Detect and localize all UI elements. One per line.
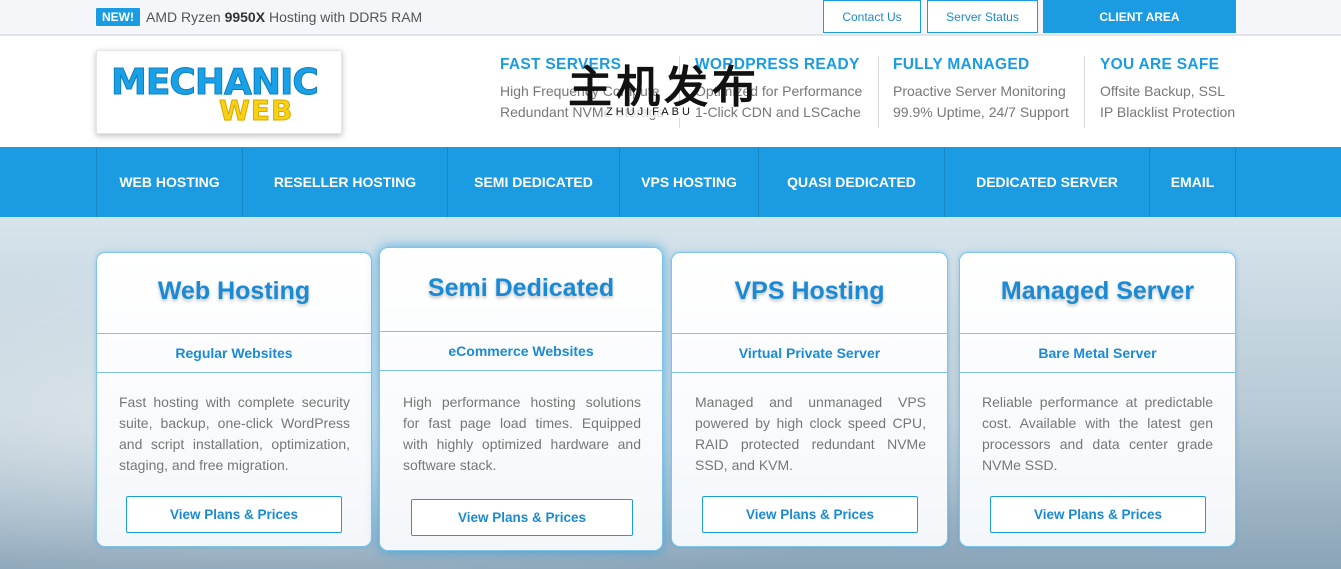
feature-title: FULLY MANAGED [893,56,1030,73]
feature-line: IP Blacklist Protection [1100,104,1236,120]
nav-item-reseller-hosting[interactable]: RESELLER HOSTING [242,147,447,217]
watermark-overlay: 主机发布 ZHUJIFABU [568,64,774,124]
feature-divider [1084,56,1085,128]
contact-us-button[interactable]: Contact Us [823,0,921,33]
watermark-latin-text: ZHUJIFABU [604,106,695,118]
nav-item-dedicated-server[interactable]: DEDICATED SERVER [944,147,1149,217]
server-status-button[interactable]: Server Status [927,0,1038,33]
feature-line: 99.9% Uptime, 24/7 Support [893,104,1069,120]
view-plans-button[interactable]: View Plans & Prices [411,499,633,536]
card-subtitle: Regular Websites [97,333,371,373]
site-header: MECHANIC WEB FAST SERVERS High Frequency… [0,36,1341,147]
mechanicweb-logo[interactable]: MECHANIC WEB [96,50,342,134]
promo-text-model: 9950X [224,9,266,25]
plan-card-managed-server: Managed Server Bare Metal Server Reliabl… [959,252,1236,547]
promo-announcement[interactable]: NEW! AMD Ryzen 9950X Hosting with DDR5 R… [96,8,422,26]
nav-item-quasi-dedicated[interactable]: QUASI DEDICATED [758,147,944,217]
card-title: VPS Hosting [734,277,885,305]
view-plans-button[interactable]: View Plans & Prices [702,496,918,533]
watermark-chinese-text: 主机发布 [568,62,760,113]
feature-title: YOU ARE SAFE [1100,56,1220,73]
card-description: Reliable performance at predictable cost… [982,394,1213,473]
feature-fully-managed: FULLY MANAGED Proactive Server Monitorin… [893,56,1078,128]
view-plans-button[interactable]: View Plans & Prices [126,496,342,533]
new-badge: NEW! [96,8,140,26]
card-description: Fast hosting with complete security suit… [119,394,350,473]
card-title: Semi Dedicated [427,274,615,302]
card-subtitle: Virtual Private Server [672,333,947,373]
promo-text-suffix: Hosting with DDR5 RAM [265,9,423,25]
card-description: Managed and unmanaged VPS powered by hig… [695,394,926,473]
card-subtitle: eCommerce Websites [380,331,662,371]
card-title: Managed Server [1000,277,1195,305]
top-bar: NEW! AMD Ryzen 9950X Hosting with DDR5 R… [0,0,1341,35]
plan-card-semi-dedicated: Semi Dedicated eCommerce Websites High p… [379,247,663,551]
nav-item-web-hosting[interactable]: WEB HOSTING [96,147,242,217]
card-description: High performance hosting solutions for f… [403,394,641,473]
feature-divider [878,56,879,128]
nav-item-email[interactable]: EMAIL [1149,147,1236,217]
feature-line: Offsite Backup, SSL [1100,83,1226,99]
logo-text-bottom: WEB [218,94,294,127]
feature-you-are-safe: YOU ARE SAFE Offsite Backup, SSL IP Blac… [1100,56,1250,128]
card-subtitle: Bare Metal Server [960,333,1235,373]
view-plans-button[interactable]: View Plans & Prices [990,496,1206,533]
promo-text-prefix: AMD Ryzen [146,9,225,25]
nav-item-semi-dedicated[interactable]: SEMI DEDICATED [447,147,619,217]
feature-line: Proactive Server Monitoring [893,83,1066,99]
card-title: Web Hosting [157,277,311,305]
plan-card-web-hosting: Web Hosting Regular Websites Fast hostin… [96,252,372,547]
client-area-button[interactable]: CLIENT AREA [1043,0,1236,33]
plan-card-vps-hosting: VPS Hosting Virtual Private Server Manag… [671,252,948,547]
main-navigation: WEB HOSTING RESELLER HOSTING SEMI DEDICA… [0,147,1341,217]
nav-item-vps-hosting[interactable]: VPS HOSTING [619,147,758,217]
